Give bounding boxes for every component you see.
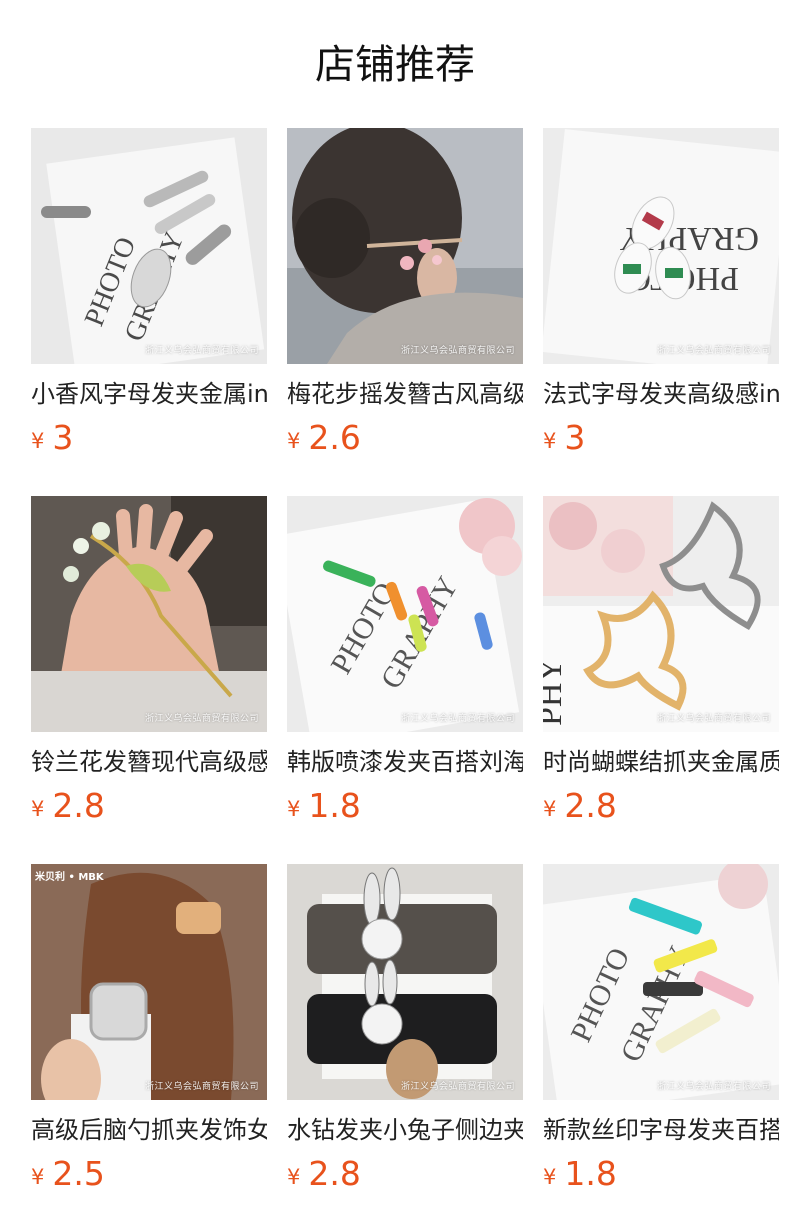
product-price: ¥1.8 bbox=[543, 1154, 617, 1194]
currency-symbol: ¥ bbox=[31, 797, 45, 821]
product-title[interactable]: 小香风字母发夹金属ins bbox=[31, 378, 267, 410]
product-image[interactable]: 浙江义乌会弘商贸有限公司 bbox=[287, 128, 523, 364]
page-title: 店铺推荐 bbox=[315, 42, 475, 88]
brand-logo-text: 米贝利 • MBK bbox=[35, 872, 104, 883]
product-image[interactable]: PHOTO GRAPHY 浙江义乌会弘商贸有限公司 bbox=[31, 128, 267, 364]
product-price: ¥3 bbox=[543, 418, 585, 458]
product-image[interactable]: PHOTO GRAPHY 浙江义乌会弘商贸有限公司 bbox=[287, 496, 523, 732]
product-title[interactable]: 时尚蝴蝶结抓夹金属质感 bbox=[543, 746, 779, 778]
product-title[interactable]: 法式字母发夹高级感ins bbox=[543, 378, 779, 410]
price-amount: 1.8 bbox=[308, 786, 361, 825]
product-title[interactable]: 梅花步摇发簪古风高级感 bbox=[287, 378, 523, 410]
product-price: ¥2.8 bbox=[31, 786, 105, 826]
product-title[interactable]: 水钻发夹小兔子侧边夹 bbox=[287, 1114, 523, 1146]
product-price: ¥2.8 bbox=[287, 1154, 361, 1194]
currency-symbol: ¥ bbox=[287, 429, 301, 453]
product-price: ¥3 bbox=[31, 418, 73, 458]
watermark-text: 浙江义乌会弘商贸有限公司 bbox=[144, 346, 259, 356]
currency-symbol: ¥ bbox=[287, 1165, 301, 1189]
product-image[interactable]: 浙江义乌会弘商贸有限公司 bbox=[31, 496, 267, 732]
currency-symbol: ¥ bbox=[31, 1165, 45, 1189]
product-image[interactable]: PHOTO GRAPHY 浙江义乌会弘商贸有限公司 bbox=[543, 864, 779, 1100]
product-title[interactable]: 韩版喷漆发夹百搭刘海夹 bbox=[287, 746, 523, 778]
price-amount: 2.8 bbox=[564, 786, 617, 825]
product-title[interactable]: 铃兰花发簪现代高级感 bbox=[31, 746, 267, 778]
product-image[interactable]: GRAPHY PHOTO 浙江义乌会弘商贸有限公司 bbox=[543, 128, 779, 364]
watermark-text: 浙江义乌会弘商贸有限公司 bbox=[656, 1082, 771, 1092]
price-amount: 3 bbox=[564, 418, 586, 457]
watermark-text: 浙江义乌会弘商贸有限公司 bbox=[656, 714, 771, 724]
product-image[interactable]: 浙江义乌会弘商贸有限公司 bbox=[287, 864, 523, 1100]
watermark-text: 浙江义乌会弘商贸有限公司 bbox=[400, 714, 515, 724]
watermark-text: 浙江义乌会弘商贸有限公司 bbox=[144, 714, 259, 724]
currency-symbol: ¥ bbox=[543, 429, 557, 453]
price-amount: 2.6 bbox=[308, 418, 361, 457]
price-amount: 1.8 bbox=[564, 1154, 617, 1193]
price-amount: 3 bbox=[52, 418, 74, 457]
product-price: ¥2.5 bbox=[31, 1154, 105, 1194]
product-image[interactable]: PHY 浙江义乌会弘商贸有限公司 bbox=[543, 496, 779, 732]
product-price: ¥1.8 bbox=[287, 786, 361, 826]
price-amount: 2.5 bbox=[52, 1154, 105, 1193]
product-image[interactable]: 浙江义乌会弘商贸有限公司 米贝利 • MBK bbox=[31, 864, 267, 1100]
watermark-text: 浙江义乌会弘商贸有限公司 bbox=[400, 1082, 515, 1092]
watermark-text: 浙江义乌会弘商贸有限公司 bbox=[656, 346, 771, 356]
svg-text:PHY: PHY bbox=[543, 658, 569, 726]
currency-symbol: ¥ bbox=[287, 797, 301, 821]
product-title[interactable]: 高级后脑勺抓夹发饰女 bbox=[31, 1114, 267, 1146]
currency-symbol: ¥ bbox=[543, 1165, 557, 1189]
price-amount: 2.8 bbox=[308, 1154, 361, 1193]
product-price: ¥2.8 bbox=[543, 786, 617, 826]
watermark-text: 浙江义乌会弘商贸有限公司 bbox=[400, 346, 515, 356]
price-amount: 2.8 bbox=[52, 786, 105, 825]
product-price: ¥2.6 bbox=[287, 418, 361, 458]
product-title[interactable]: 新款丝印字母发夹百搭 bbox=[543, 1114, 779, 1146]
currency-symbol: ¥ bbox=[543, 797, 557, 821]
watermark-text: 浙江义乌会弘商贸有限公司 bbox=[144, 1082, 259, 1092]
currency-symbol: ¥ bbox=[31, 429, 45, 453]
